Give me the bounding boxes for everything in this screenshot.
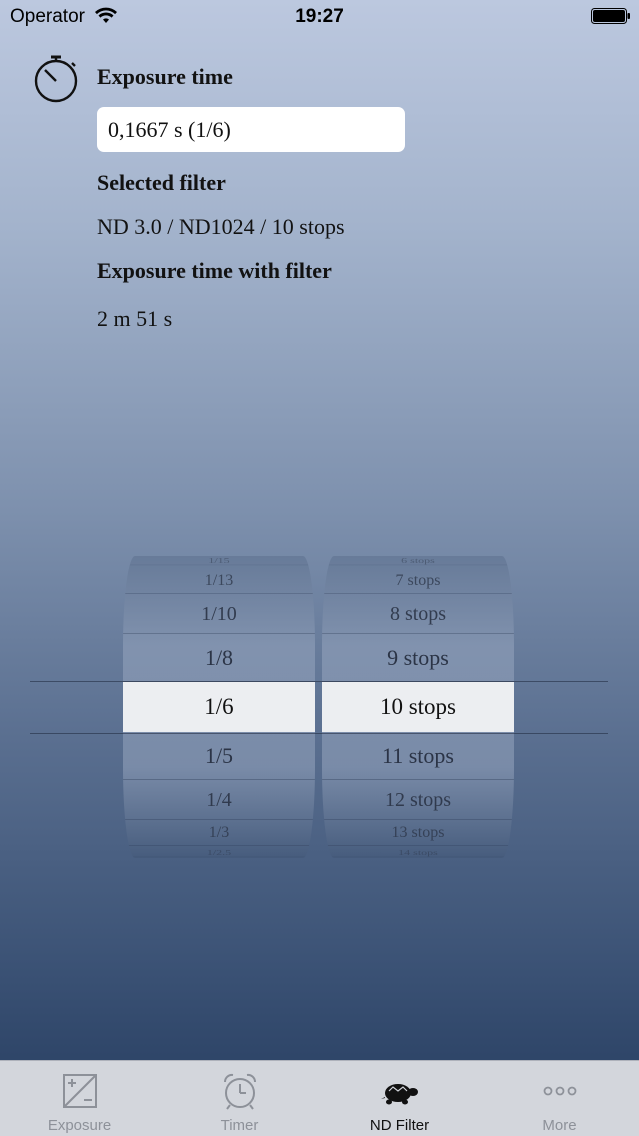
picker-row-shutter[interactable]: 1/5 <box>123 732 315 780</box>
more-dots-icon <box>543 1086 576 1096</box>
alarm-clock-icon <box>223 1073 256 1110</box>
selection-bottom-line <box>30 733 608 734</box>
exposure-time-field[interactable]: 0,1667 s (1/6) <box>97 107 405 152</box>
picker-row-stops[interactable]: 7 stops <box>322 568 514 594</box>
picker-row-stops[interactable]: 14 stops <box>322 849 514 858</box>
exposure-with-filter-label: Exposure time with filter <box>97 258 332 283</box>
tab-label: More <box>542 1117 577 1134</box>
picker-row-stops[interactable]: 11 stops <box>322 732 514 780</box>
tab-timer[interactable]: Timer <box>160 1061 319 1136</box>
shutter-stops-picker[interactable]: 1/15 1/13 1/10 1/8 1/6 1/5 1/4 1/3 1/2.5… <box>30 556 608 858</box>
picker-row-shutter[interactable]: 1/10 <box>123 594 315 634</box>
picker-row-shutter[interactable]: 1/13 <box>123 568 315 594</box>
picker-row-stops[interactable]: 6 stops <box>322 557 514 566</box>
picker-row-shutter[interactable]: 1/2.5 <box>123 849 315 858</box>
filter-stops-wheel[interactable]: 6 stops 7 stops 8 stops 9 stops 10 stops… <box>322 556 514 858</box>
tab-label: ND Filter <box>369 1117 430 1134</box>
picker-row-stops-selected[interactable]: 10 stops <box>322 682 514 732</box>
picker-row-stops[interactable]: 8 stops <box>322 594 514 634</box>
turtle-icon <box>380 1084 418 1105</box>
tab-bar: Exposure Timer ND Filter More <box>0 1060 639 1136</box>
selected-filter-value: ND 3.0 / ND1024 / 10 stops <box>97 214 345 239</box>
selection-top-line <box>30 681 608 682</box>
selected-filter-label: Selected filter <box>97 170 226 195</box>
exposure-with-filter-value: 2 m 51 s <box>97 306 173 331</box>
picker-row-shutter[interactable]: 1/15 <box>123 557 315 566</box>
stopwatch-icon <box>34 55 78 103</box>
picker-row-stops[interactable]: 12 stops <box>322 780 514 820</box>
clock-time: 19:27 <box>295 6 344 27</box>
picker-row-shutter[interactable]: 1/8 <box>123 634 315 682</box>
tab-exposure[interactable]: Exposure <box>0 1061 159 1136</box>
battery-icon <box>591 8 630 24</box>
exposure-time-label: Exposure time <box>97 64 233 89</box>
picker-row-stops[interactable]: 13 stops <box>322 820 514 846</box>
picker-row-shutter[interactable]: 1/3 <box>123 820 315 846</box>
picker-row-shutter-selected[interactable]: 1/6 <box>123 682 315 732</box>
picker-row-stops[interactable]: 9 stops <box>322 634 514 682</box>
tab-more[interactable]: More <box>480 1061 639 1136</box>
exposure-compensation-icon <box>62 1074 97 1108</box>
picker-row-shutter[interactable]: 1/4 <box>123 780 315 820</box>
status-bar: Operator 19:27 <box>0 0 639 34</box>
tab-nd-filter[interactable]: ND Filter <box>320 1061 479 1136</box>
tab-label: Exposure <box>47 1117 112 1134</box>
tab-label: Timer <box>220 1117 259 1134</box>
shutter-speed-wheel[interactable]: 1/15 1/13 1/10 1/8 1/6 1/5 1/4 1/3 1/2.5 <box>123 556 315 858</box>
